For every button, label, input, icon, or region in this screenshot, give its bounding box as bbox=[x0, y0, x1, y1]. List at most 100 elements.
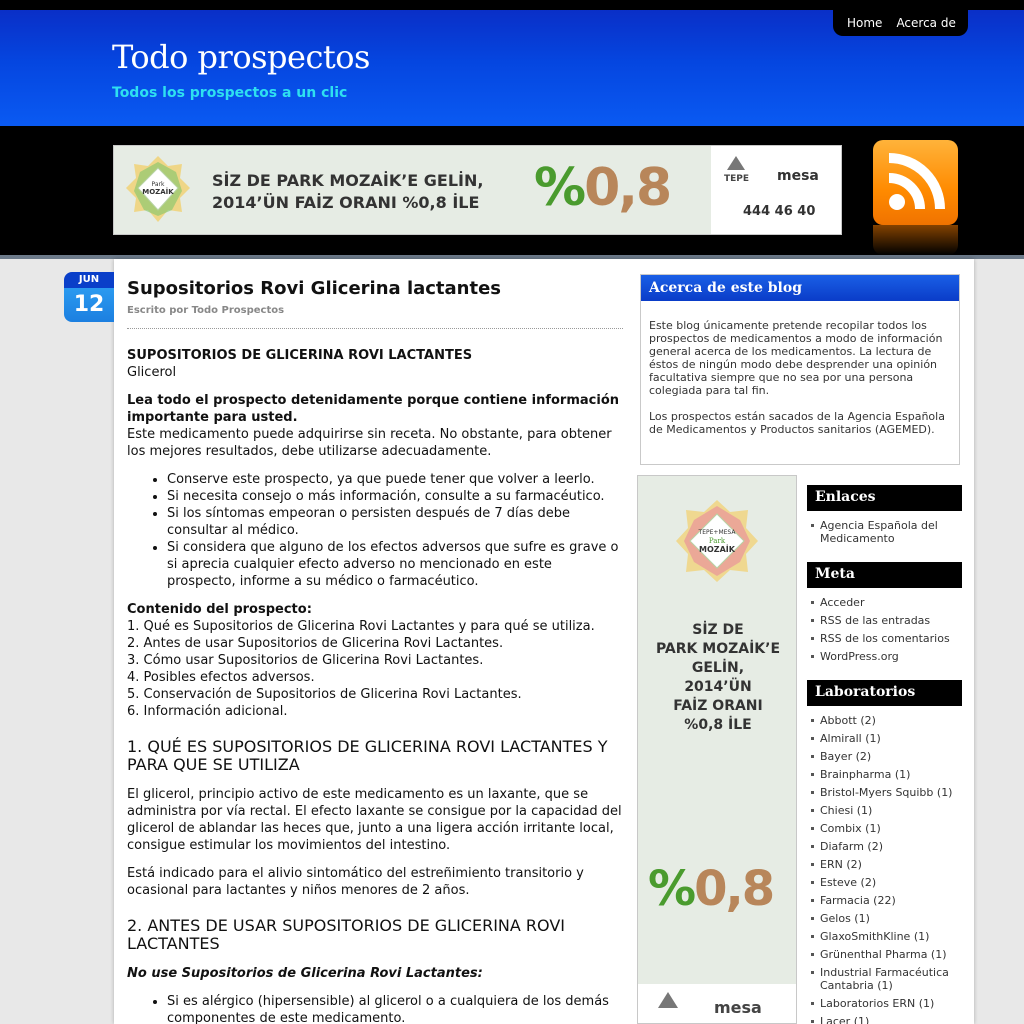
nav-home-link[interactable]: Home bbox=[847, 16, 882, 30]
section-heading-1: 1. QUÉ ES SUPOSITORIOS DE GLICERINA ROVI… bbox=[127, 737, 608, 774]
site-description: Todos los prospectos a un clic bbox=[112, 85, 348, 101]
lab-link[interactable]: Lacer (1) bbox=[807, 1015, 962, 1024]
side-ad-line: 2014’ÜN bbox=[684, 679, 752, 695]
lab-link[interactable]: Abbott (2) bbox=[807, 714, 962, 727]
link-agencia-medicamento[interactable]: Agencia Española del Medicamento bbox=[807, 519, 962, 545]
links-widget: Enlaces Agencia Española del Medicamento bbox=[807, 485, 962, 550]
ad-headline-line-1: SİZ DE PARK MOZAİK’E GELİN, bbox=[212, 171, 484, 190]
side-ad-line: PARK MOZAİK’E bbox=[655, 641, 781, 657]
lab-link[interactable]: Laboratorios ERN (1) bbox=[807, 997, 962, 1010]
lab-link[interactable]: Industrial Farmacéutica Cantabria (1) bbox=[807, 966, 962, 992]
lab-link[interactable]: Grünenthal Pharma (1) bbox=[807, 948, 962, 961]
site-title[interactable]: Todo prospectos bbox=[112, 38, 370, 76]
product-name: SUPOSITORIOS DE GLICERINA ROVI LACTANTES bbox=[127, 348, 473, 363]
section-heading-2: 2. ANTES DE USAR SUPOSITORIOS DE GLICERI… bbox=[127, 916, 565, 953]
lab-link[interactable]: Esteve (2) bbox=[807, 876, 962, 889]
rss-glyph-icon bbox=[888, 153, 945, 210]
side-ad-line: GELİN, bbox=[691, 660, 745, 676]
svg-text:Park: Park bbox=[152, 181, 165, 188]
contents-item: 1. Qué es Supositorios de Glicerina Rovi… bbox=[127, 619, 595, 634]
lab-link[interactable]: Combix (1) bbox=[807, 822, 962, 835]
meta-wordpress-link[interactable]: WordPress.org bbox=[807, 650, 962, 663]
park-mozaik-logo-icon: TEPE+MESA Park MOZAİK bbox=[676, 500, 758, 582]
list-item: Si los síntomas empeoran o persisten des… bbox=[167, 505, 623, 539]
tepe-logo-icon bbox=[658, 992, 678, 1008]
active-substance: Glicerol bbox=[127, 365, 177, 380]
svg-text:MOZAİK: MOZAİK bbox=[699, 544, 736, 554]
section-1-paragraph-1: El glicerol, principio activo de este me… bbox=[127, 787, 622, 853]
tepe-logo-icon bbox=[727, 156, 745, 170]
about-blog-paragraph-2: Los prospectos están sacados de la Agenc… bbox=[649, 410, 945, 436]
about-blog-title: Acerca de este blog bbox=[641, 275, 959, 301]
meta-widget: Meta Acceder RSS de las entradas RSS de … bbox=[807, 562, 962, 668]
meta-widget-title: Meta bbox=[807, 562, 962, 588]
lab-link[interactable]: Farmacia (22) bbox=[807, 894, 962, 907]
post-date-day: 12 bbox=[64, 288, 114, 322]
side-banner-ad[interactable]: TEPE+MESA Park MOZAİK SİZ DE PARK MOZAİK… bbox=[637, 475, 797, 1024]
ad-rate: %0,8 bbox=[534, 158, 672, 218]
contents-title: Contenido del prospecto: bbox=[127, 602, 312, 617]
post-body: SUPOSITORIOS DE GLICERINA ROVI LACTANTES… bbox=[127, 347, 623, 1024]
meta-login-link[interactable]: Acceder bbox=[807, 596, 962, 609]
contents-item: 2. Antes de usar Supositorios de Gliceri… bbox=[127, 636, 504, 651]
lab-link[interactable]: Chiesi (1) bbox=[807, 804, 962, 817]
list-item: Si es alérgico (hipersensible) al glicer… bbox=[167, 993, 623, 1024]
links-widget-title: Enlaces bbox=[807, 485, 962, 511]
about-blog-paragraph-1: Este blog únicamente pretende recopilar … bbox=[649, 319, 943, 397]
side-ad-brand-mesa: mesa bbox=[714, 998, 762, 1017]
park-mozaik-logo-icon: Park MOZAİK bbox=[126, 156, 190, 222]
section-1-paragraph-2: Está indicado para el alivio sintomático… bbox=[127, 866, 584, 898]
side-ad-rate-number: 0,8 bbox=[694, 861, 775, 917]
contents-item: 6. Información adicional. bbox=[127, 704, 288, 719]
side-ad-rate-percent: % bbox=[648, 861, 696, 917]
post-title[interactable]: Supositorios Rovi Glicerina lactantes bbox=[127, 278, 623, 299]
contents-item: 5. Conservación de Supositorios de Glice… bbox=[127, 687, 522, 702]
side-ad-line: FAİZ ORANI bbox=[673, 698, 763, 714]
ad-brand-tepe: TEPE bbox=[724, 174, 750, 184]
lab-link[interactable]: Diafarm (2) bbox=[807, 840, 962, 853]
side-ad-brand-panel: mesa bbox=[638, 984, 796, 1023]
meta-comments-rss-link[interactable]: RSS de los comentarios bbox=[807, 632, 962, 645]
list-item: Si necesita consejo o más información, c… bbox=[167, 488, 623, 505]
warning-text: Este medicamento puede adquirirse sin re… bbox=[127, 427, 612, 459]
svg-text:Park: Park bbox=[709, 537, 726, 545]
lab-link[interactable]: Bristol-Myers Squibb (1) bbox=[807, 786, 962, 799]
lab-link[interactable]: GlaxoSmithKline (1) bbox=[807, 930, 962, 943]
ad-headline-line-2: 2014’ÜN FAİZ ORANI %0,8 İLE bbox=[212, 193, 480, 212]
labs-widget-title: Laboratorios bbox=[807, 680, 962, 706]
lab-link[interactable]: ERN (2) bbox=[807, 858, 962, 871]
contents-item: 4. Posibles efectos adversos. bbox=[127, 670, 315, 685]
ad-brand-mesa: mesa bbox=[777, 168, 819, 184]
list-item: Si considera que alguno de los efectos a… bbox=[167, 539, 623, 590]
labs-widget: Laboratorios Abbott (2) Almirall (1) Bay… bbox=[807, 680, 962, 1024]
side-ad-headline: SİZ DE PARK MOZAİK’E GELİN, 2014’ÜN FAİZ… bbox=[638, 621, 796, 735]
ad-phone: 444 46 40 bbox=[743, 204, 816, 219]
lab-link[interactable]: Gelos (1) bbox=[807, 912, 962, 925]
svg-text:TEPE+MESA: TEPE+MESA bbox=[698, 529, 737, 536]
side-ad-line: SİZ DE bbox=[692, 622, 744, 638]
contents-item: 3. Cómo usar Supositorios de Glicerina R… bbox=[127, 653, 484, 668]
top-navigation: Home Acerca de bbox=[833, 10, 968, 36]
rss-feed-icon[interactable] bbox=[873, 140, 958, 225]
side-ad-rate: %0,8 bbox=[648, 861, 775, 917]
rss-reflection bbox=[873, 225, 958, 255]
lab-link[interactable]: Bayer (2) bbox=[807, 750, 962, 763]
post-author: Escrito por Todo Prospectos bbox=[127, 305, 623, 329]
ad-rate-number: 0,8 bbox=[584, 158, 672, 218]
post: Supositorios Rovi Glicerina lactantes Es… bbox=[127, 278, 623, 1024]
advice-list: Conserve este prospecto, ya que puede te… bbox=[167, 471, 623, 590]
nav-about-link[interactable]: Acerca de bbox=[896, 16, 955, 30]
lab-link[interactable]: Almirall (1) bbox=[807, 732, 962, 745]
ad-brand-panel: TEPE mesa 444 46 40 bbox=[711, 146, 841, 234]
post-date-badge: JUN 12 bbox=[64, 272, 114, 324]
side-ad-line: %0,8 İLE bbox=[684, 717, 752, 733]
contraindications-list: Si es alérgico (hipersensible) al glicer… bbox=[167, 993, 623, 1024]
no-use-heading: No use Supositorios de Glicerina Rovi La… bbox=[127, 966, 483, 981]
ad-rate-percent: % bbox=[534, 158, 586, 218]
top-banner-ad[interactable]: Park MOZAİK SİZ DE PARK MOZAİK’E GELİN, … bbox=[113, 145, 842, 235]
list-item: Conserve este prospecto, ya que puede te… bbox=[167, 471, 623, 488]
ad-headline: SİZ DE PARK MOZAİK’E GELİN, 2014’ÜN FAİZ… bbox=[212, 170, 483, 214]
meta-entries-rss-link[interactable]: RSS de las entradas bbox=[807, 614, 962, 627]
svg-text:MOZAİK: MOZAİK bbox=[142, 187, 174, 196]
lab-link[interactable]: Brainpharma (1) bbox=[807, 768, 962, 781]
